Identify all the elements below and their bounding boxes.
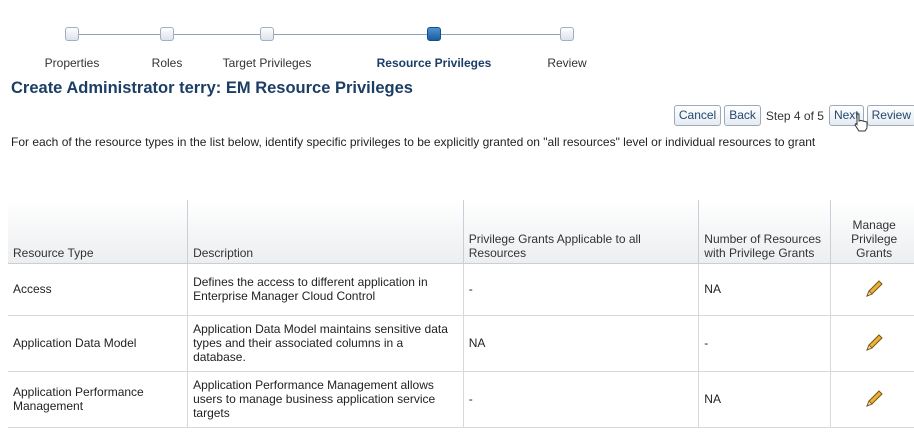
train-step-roles-label[interactable]: Roles (152, 56, 183, 70)
column-header-manage-privilege-grants: Manage Privilege Grants (830, 200, 914, 264)
column-header-resource-type[interactable]: Resource Type (8, 200, 189, 264)
train-step-review-label[interactable]: Review (547, 56, 586, 70)
cancel-button[interactable]: Cancel (673, 105, 722, 126)
train-step-resource-privileges-label: Resource Privileges (376, 56, 492, 70)
cell-resource-type: Access (8, 263, 189, 316)
train-connector-line (72, 34, 569, 35)
cell-number-of-resources: NA (698, 371, 832, 428)
train-step-roles-node[interactable] (160, 27, 174, 41)
cell-manage (830, 371, 914, 428)
cell-manage (830, 315, 914, 372)
table-row: Access Defines the access to different a… (8, 263, 914, 316)
column-header-number-of-resources[interactable]: Number of Resources with Privilege Grant… (698, 200, 832, 264)
train-step-properties-label[interactable]: Properties (45, 56, 100, 70)
cell-description: Application Data Model maintains sensiti… (187, 315, 464, 372)
train-step-target-privileges-node[interactable] (260, 27, 274, 41)
pencil-edit-icon[interactable] (862, 331, 886, 355)
resource-privileges-table: Resource Type Description Privilege Gran… (8, 200, 914, 428)
pencil-edit-icon[interactable] (862, 387, 886, 411)
train-step-review-node[interactable] (560, 27, 574, 41)
instructions-text: For each of the resource types in the li… (11, 135, 816, 149)
table-row: Application Data Model Application Data … (8, 315, 914, 372)
train-step-target-privileges-label[interactable]: Target Privileges (223, 56, 312, 70)
hand-cursor-icon (854, 113, 868, 132)
train-step-resource-privileges-node (427, 27, 441, 41)
cell-resource-type: Application Data Model (8, 315, 189, 372)
table-header-row: Resource Type Description Privilege Gran… (8, 200, 914, 264)
column-header-privilege-grants-all[interactable]: Privilege Grants Applicable to all Resou… (463, 200, 700, 264)
cell-manage (830, 263, 914, 316)
train-step-properties-node[interactable] (65, 27, 79, 41)
cell-privilege-grants-all: - (463, 263, 700, 316)
cell-description: Application Performance Management allow… (187, 371, 464, 428)
cell-number-of-resources: NA (698, 263, 832, 316)
pencil-edit-icon[interactable] (862, 277, 886, 301)
cell-number-of-resources: - (698, 315, 832, 372)
cell-resource-type: Application Performance Management (8, 371, 189, 428)
back-button[interactable]: Back (724, 105, 761, 126)
table-row: Application Performance Management Appli… (8, 371, 914, 428)
step-indicator: Step 4 of 5 (765, 108, 824, 123)
column-header-description[interactable]: Description (187, 200, 464, 264)
page-title: Create Administrator terry: EM Resource … (11, 79, 413, 97)
cell-description: Defines the access to different applicat… (187, 263, 464, 316)
cell-privilege-grants-all: NA (463, 315, 700, 372)
cell-privilege-grants-all: - (463, 371, 700, 428)
step-train: Properties Roles Target Privileges Resou… (0, 0, 914, 80)
review-button[interactable]: Review (866, 105, 914, 126)
wizard-navigation: Cancel Back Step 4 of 5 Next Review (673, 105, 914, 126)
